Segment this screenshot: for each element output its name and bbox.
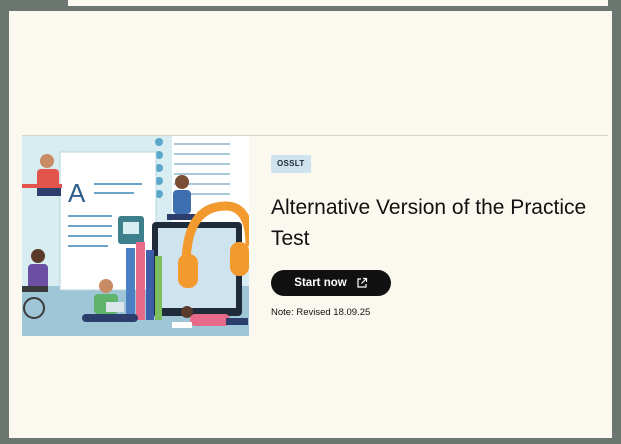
start-now-button[interactable]: Start now (271, 270, 391, 296)
page-frame: A OSSLT Alternative Version of the Pract… (9, 11, 612, 438)
card-title: Alternative Version of the Practice Test (271, 196, 587, 250)
letter-a-glyph: A (68, 178, 86, 208)
external-link-icon (357, 277, 367, 288)
reading-illustration: A (22, 136, 249, 336)
start-now-label: Start now (294, 277, 347, 289)
revision-note: Note: Revised 18.09.25 (271, 307, 371, 318)
category-badge: OSSLT (271, 155, 311, 173)
top-strip (68, 0, 608, 6)
practice-test-card: A OSSLT Alternative Version of the Pract… (22, 135, 608, 338)
